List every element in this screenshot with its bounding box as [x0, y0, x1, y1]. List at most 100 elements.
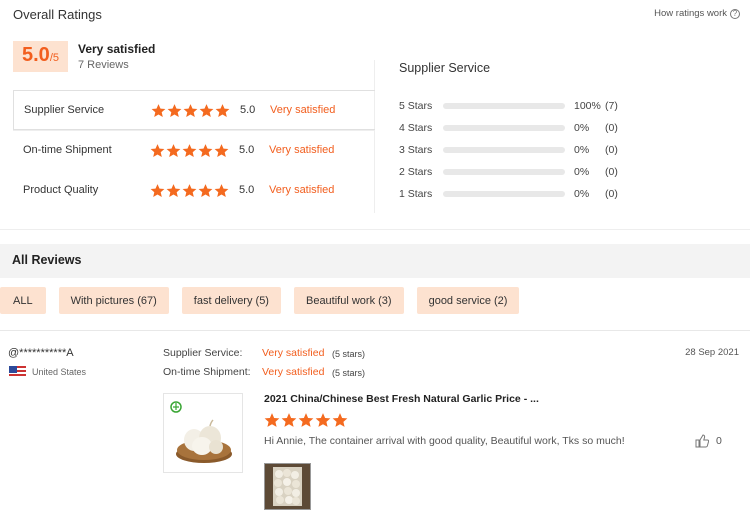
star-icon	[150, 183, 165, 197]
star-icon	[214, 183, 229, 197]
product-title-link[interactable]: 2021 China/Chinese Best Fresh Natural Ga…	[264, 393, 539, 405]
breakdown-label: 2 Stars	[399, 166, 433, 178]
filter-chip-with-pictures[interactable]: With pictures (67)	[58, 287, 169, 314]
supplier-service-stars: (5 stars)	[332, 349, 366, 359]
breakdown-count: (7)	[605, 100, 618, 112]
section-divider	[0, 229, 750, 230]
breakdown-bar	[443, 169, 565, 175]
rating-row-on-time-shipment[interactable]: On-time Shipment 5.0 Very satisfied	[13, 130, 375, 170]
breakdown-count: (0)	[605, 122, 618, 134]
review-count: 7 Reviews	[78, 59, 129, 71]
star-icon	[298, 413, 314, 427]
breakdown-percent: 0%	[574, 122, 590, 134]
rating-value: 5.0	[239, 144, 255, 156]
breakdown-row: 5 Stars 100% (7)	[399, 95, 739, 117]
rating-value: 5.0	[240, 104, 256, 116]
star-icon	[315, 413, 331, 427]
filter-chip-good-service[interactable]: good service (2)	[416, 287, 520, 314]
all-reviews-title: All Reviews	[12, 253, 82, 267]
section-divider	[0, 330, 750, 331]
star-icon	[281, 413, 297, 427]
how-ratings-work-link[interactable]: How ratings work ?	[654, 8, 740, 19]
review-date: 28 Sep 2021	[685, 347, 739, 358]
supplier-service-label: Supplier Service:	[163, 347, 243, 359]
breakdown-percent: 0%	[574, 166, 590, 178]
breakdown-label: 1 Stars	[399, 188, 433, 200]
filter-chip-fast-delivery[interactable]: fast delivery (5)	[181, 287, 281, 314]
breakdown-label: 5 Stars	[399, 100, 433, 112]
shipment-stars: (5 stars)	[332, 368, 366, 378]
star-icon	[215, 103, 230, 117]
breakdown-row: 2 Stars 0% (0)	[399, 161, 739, 183]
rating-row-supplier-service[interactable]: Supplier Service 5.0 Very satisfied	[13, 90, 375, 130]
breakdown-percent: 0%	[574, 188, 590, 200]
breakdown-percent: 100%	[574, 100, 601, 112]
star-icon	[166, 183, 181, 197]
reviewer-country: United States	[9, 366, 86, 378]
breakdown-label: 3 Stars	[399, 144, 433, 156]
star-rating	[150, 143, 229, 158]
product-thumbnail[interactable]	[163, 393, 243, 473]
star-icon	[182, 143, 197, 157]
breakdown-count: (0)	[605, 166, 618, 178]
rating-label: On-time Shipment	[23, 144, 112, 156]
star-icon	[182, 183, 197, 197]
shipment-value: Very satisfied	[262, 366, 325, 378]
product-star-rating	[264, 412, 348, 428]
overall-score: 5.0	[22, 44, 50, 66]
star-rating	[151, 103, 230, 118]
breakdown-percent: 0%	[574, 144, 590, 156]
overall-score-badge: 5.0 /5	[13, 41, 68, 72]
breakdown-label: 4 Stars	[399, 122, 433, 134]
filter-chip-beautiful-work[interactable]: Beautiful work (3)	[293, 287, 404, 314]
overall-ratings-title: Overall Ratings	[13, 7, 102, 22]
star-icon	[150, 143, 165, 157]
shipment-label: On-time Shipment:	[163, 366, 251, 378]
breakdown-row: 3 Stars 0% (0)	[399, 139, 739, 161]
rating-label: Supplier Service	[24, 104, 105, 116]
review-comment: Hi Annie, The container arrival with goo…	[264, 435, 625, 447]
rating-text: Very satisfied	[270, 104, 336, 116]
supplier-service-value: Very satisfied	[262, 347, 325, 359]
star-icon	[198, 183, 213, 197]
country-name: United States	[32, 367, 87, 377]
breakdown-bar	[443, 147, 565, 153]
thumbs-up-icon	[695, 434, 709, 448]
row-divider	[13, 130, 375, 131]
us-flag-icon	[9, 366, 26, 378]
star-icon	[199, 103, 214, 117]
star-icon	[264, 413, 280, 427]
breakdown-title: Supplier Service	[399, 61, 491, 75]
rating-categories: Supplier Service 5.0 Very satisfied On-t…	[13, 90, 375, 210]
star-icon	[198, 143, 213, 157]
like-button[interactable]: 0	[695, 434, 722, 448]
star-breakdown: 5 Stars 100% (7) 4 Stars 0% (0) 3 Stars …	[399, 95, 739, 205]
breakdown-count: (0)	[605, 144, 618, 156]
star-rating	[150, 183, 229, 198]
rating-value: 5.0	[239, 184, 255, 196]
star-icon	[167, 103, 182, 117]
rating-text: Very satisfied	[269, 184, 335, 196]
review-filters: ALL With pictures (67) fast delivery (5)…	[0, 287, 520, 314]
all-reviews-header	[0, 244, 750, 278]
help-icon: ?	[730, 8, 740, 19]
breakdown-bar	[443, 125, 565, 131]
breakdown-count: (0)	[605, 188, 618, 200]
star-icon	[166, 143, 181, 157]
breakdown-row: 4 Stars 0% (0)	[399, 117, 739, 139]
how-ratings-work-label: How ratings work	[654, 8, 727, 19]
review-photo[interactable]	[264, 463, 311, 510]
overall-score-max: /5	[49, 52, 59, 64]
star-icon	[332, 413, 348, 427]
filter-chip-all[interactable]: ALL	[0, 287, 46, 314]
rating-row-product-quality[interactable]: Product Quality 5.0 Very satisfied	[13, 170, 375, 210]
star-icon	[214, 143, 229, 157]
like-count: 0	[716, 435, 722, 447]
overall-satisfaction: Very satisfied	[78, 42, 156, 56]
reviewer-name: @***********A	[8, 347, 74, 359]
rating-label: Product Quality	[23, 184, 99, 196]
breakdown-bar	[443, 103, 565, 109]
star-icon	[151, 103, 166, 117]
rating-text: Very satisfied	[269, 144, 335, 156]
star-icon	[183, 103, 198, 117]
